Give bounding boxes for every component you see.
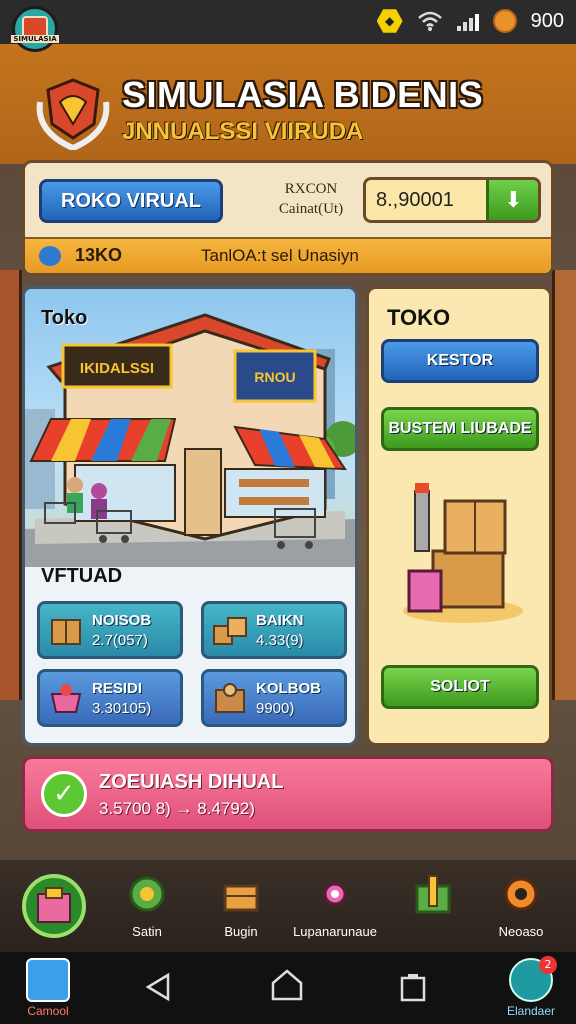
store-illustration[interactable]: IKIDALSSI RNOU xyxy=(25,289,355,567)
sales-banner[interactable]: ✓ ZOEUIASH DIHUAL 3.5700 8) → 8.4792) xyxy=(22,756,554,832)
kestor-button[interactable]: KESTOR xyxy=(381,339,539,383)
system-upgrade-button[interactable]: BUSTEM LIUBADE xyxy=(381,407,539,451)
calendar-app[interactable]: 2 Elandaer xyxy=(498,956,564,1018)
item-card-1[interactable]: NOISOB 2.7(057) xyxy=(37,601,183,659)
balance-label: RXCON Cainat(Ut) xyxy=(251,179,371,219)
wifi-icon xyxy=(417,11,442,31)
right-panel-title: TOKO xyxy=(387,305,451,330)
item-card-3[interactable]: RESIDI 3.30105) xyxy=(37,669,183,727)
balance-field[interactable]: 8.,90001 ⬇ xyxy=(363,177,541,223)
arrow-down-icon: ⬇ xyxy=(504,187,523,213)
status-icons: ◆ 900 xyxy=(376,8,564,34)
app-badge-tag: SIMULASIA xyxy=(11,35,59,43)
item-name: BAIKN xyxy=(256,612,304,629)
box-icon xyxy=(223,884,259,912)
shop-box-icon xyxy=(37,887,71,923)
item-name: RESIDI xyxy=(92,680,143,697)
nav-item-store[interactable] xyxy=(22,874,86,938)
item-value: 3.30105) xyxy=(92,700,152,717)
settings-flower-icon xyxy=(323,882,347,906)
item-name: NOISOB xyxy=(92,612,152,629)
hex-badge-icon: ◆ xyxy=(376,9,403,33)
cog-icon xyxy=(504,877,538,911)
virtual-store-button[interactable]: ROKO VIRUAL xyxy=(39,179,223,223)
coin-count: 900 xyxy=(530,9,564,32)
signal-icon xyxy=(456,11,479,31)
basket-icon xyxy=(50,684,82,713)
right-panel: TOKO KESTOR BUSTEM LIUBADE SOLIOT xyxy=(366,286,552,746)
notification-badge: 2 xyxy=(539,956,557,974)
virtual-section-label: VFTUAD xyxy=(41,565,123,587)
emblem-icon xyxy=(36,78,110,150)
store-sign-left: IKIDALSSI xyxy=(80,360,154,377)
gear-icon xyxy=(129,876,165,912)
nav-item-neoaso[interactable]: Neoaso xyxy=(466,872,576,939)
store-title: Toko xyxy=(41,307,88,329)
boxes-icon xyxy=(213,617,247,645)
back-icon[interactable] xyxy=(144,972,174,1002)
store-sign-right: RNOU xyxy=(254,369,295,385)
nav-label: Lupanarunaue xyxy=(293,924,377,939)
info-description: TanlOA:t sel Unasiyn xyxy=(201,246,359,265)
select-button[interactable]: SOLIOT xyxy=(381,665,539,709)
check-icon: ✓ xyxy=(41,771,87,817)
calendar-app-label: Elandaer xyxy=(506,1004,556,1018)
item-value: 2.7(057) xyxy=(92,632,148,649)
item-card-2[interactable]: BAIKN 4.33(9) xyxy=(201,601,347,659)
page-title: SIMULASIA BIDENIS xyxy=(122,74,484,115)
balance-value: 8.,90001 xyxy=(376,189,454,211)
box-icon xyxy=(51,619,81,645)
app-badge-icon[interactable]: SIMULASIA xyxy=(11,6,59,52)
nav-label: Neoaso xyxy=(498,924,544,939)
balance-label-line1: RXCON xyxy=(284,181,338,197)
package-icon xyxy=(215,683,245,713)
bottom-nav: Satin Bugin Lupanarunaue Neoaso xyxy=(0,860,576,952)
balance-label-line2: Cainat(Ut) xyxy=(278,201,344,217)
banner-title: ZOEUIASH DIHUAL xyxy=(99,771,284,793)
item-name: KOLBOB xyxy=(256,680,321,697)
awning-left xyxy=(29,418,177,462)
info-strip: 13KO TanlOA:t sel Unasiyn xyxy=(25,237,551,273)
boxes-stack-icon xyxy=(403,483,523,623)
bird-icon xyxy=(39,246,61,266)
info-code: 13KO xyxy=(75,245,123,265)
shelf-right xyxy=(552,270,576,700)
home-app[interactable]: Camool xyxy=(18,958,78,1018)
home-app-label: Camool xyxy=(27,1004,69,1018)
system-nav-bar: Camool 2 Elandaer xyxy=(0,952,576,1024)
calendar-icon: 2 xyxy=(509,956,557,1002)
item-value: 4.33(9) xyxy=(256,632,304,649)
tools-icon xyxy=(415,875,451,914)
banner-subtitle: 3.5700 8) → 8.4792) xyxy=(99,799,255,818)
control-panel: ROKO VIRUAL RXCON Cainat(Ut) 8.,90001 ⬇ … xyxy=(22,160,554,276)
coin-icon xyxy=(492,9,517,33)
shelf-left xyxy=(0,270,22,700)
nav-item-lupanarunaue[interactable]: Lupanarunaue xyxy=(280,872,390,939)
status-bar: ◆ 900 xyxy=(0,0,576,44)
house-icon xyxy=(26,958,70,1002)
recents-icon[interactable] xyxy=(398,972,428,1002)
store-panel: IKIDALSSI RNOU Toko VFTUAD NOISOB 2.7(05… xyxy=(22,286,358,746)
page-subtitle: JNNUALSSI VIIRUDA xyxy=(122,118,364,145)
confirm-arrow-button[interactable]: ⬇ xyxy=(486,180,538,220)
home-icon[interactable] xyxy=(270,968,304,1002)
header: SIMULASIA BIDENIS JNNUALSSI VIIRUDA xyxy=(0,44,576,164)
item-card-4[interactable]: KOLBOB 9900) xyxy=(201,669,347,727)
item-value: 9900) xyxy=(256,700,295,717)
